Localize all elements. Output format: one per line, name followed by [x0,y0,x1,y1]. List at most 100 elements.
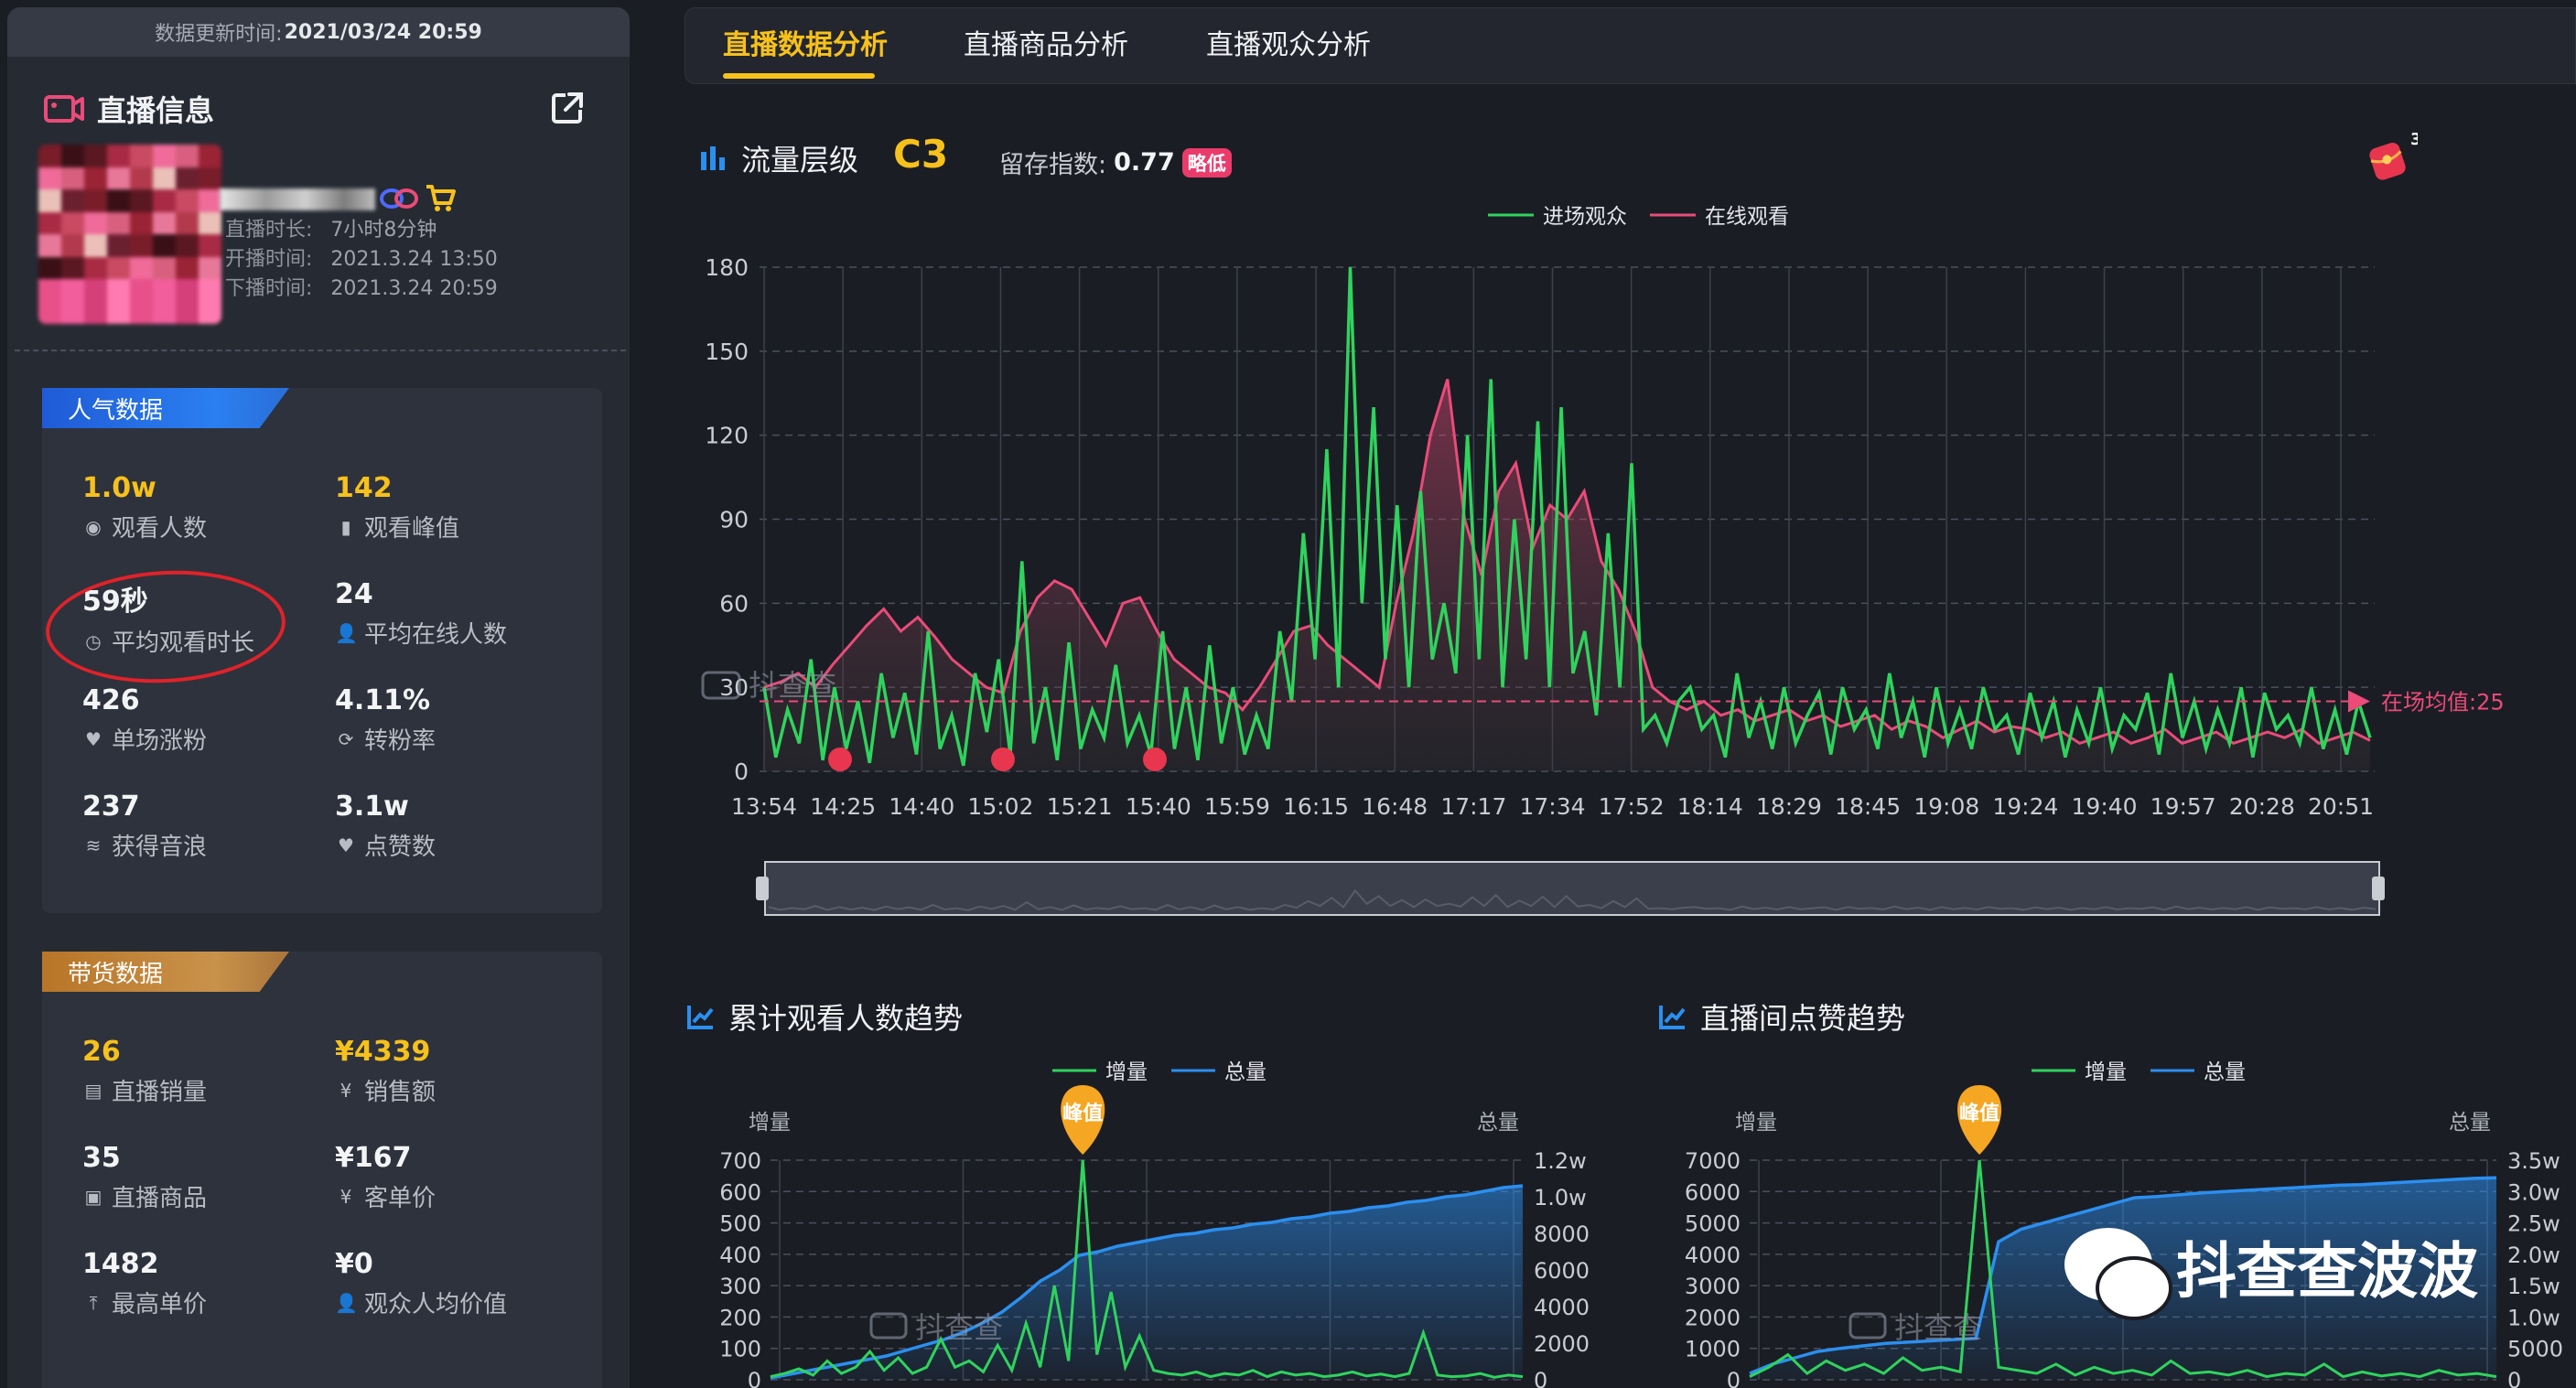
viewer-y-left-tick: 500 [719,1211,761,1237]
stat-label: ¥ 销售额 [335,1073,436,1107]
viewer-peak-label: 峰值 [1062,1102,1103,1125]
link-icon [380,188,418,209]
meta-end: 下播时间: 2021.3.24 20:59 [225,277,498,300]
stat-label: ▣ 直播商品 [82,1179,207,1213]
x-tick-label: 16:15 [1283,793,1349,820]
yuan-icon: ¥ [340,1185,352,1208]
viewer-y-right-tick: 6000 [1534,1258,1590,1284]
anchor-name-blurred [220,188,375,210]
external-link-icon[interactable] [549,90,586,126]
stat-label: 👤 平均在线人数 [335,621,508,649]
x-tick-label: 19:24 [1992,793,2058,820]
stat-value: ¥0 [335,1248,373,1280]
online-area [764,379,2370,771]
viewer-right-axis-name: 总量 [1477,1111,1519,1135]
watermark-text: 抖查查 [749,668,836,703]
retain-value: 0.77 [1114,148,1175,177]
zoom-preview-line [768,888,2377,911]
viewer-series-line-increment [770,1159,1524,1379]
heart-plus-icon: ♥ [85,727,102,750]
like-right-axis-name: 总量 [2449,1111,2491,1135]
x-tick-label: 15:02 [967,793,1033,820]
x-tick-label: 14:40 [889,793,954,820]
like-trend-title: 直播间点赞趋势 [1700,1001,1906,1036]
tab-active-underline [723,73,875,79]
sales-stat: ¥4339 ¥ 销售额 [335,1036,436,1107]
stat-label: ¥ 客单价 [335,1179,436,1213]
stat-label: ⤒ 最高单价 [82,1286,207,1319]
wechat-icon-bubble [2096,1256,2172,1320]
viewer-y-left-tick: 600 [719,1179,761,1205]
stat-value: 426 [82,684,140,716]
series-line-entering [762,266,2372,767]
sales-stat: 1482 ⤒ 最高单价 [82,1248,207,1319]
stat-value: 142 [335,472,393,504]
tab-audience[interactable]: 直播观众分析 [1206,22,1371,62]
tab-product[interactable]: 直播商品分析 [964,22,1128,62]
x-tick-label: 16:48 [1362,793,1428,820]
wechat-watermark-text: 抖查查波波 [2176,1236,2478,1307]
sales-stat: ¥167 ¥ 客单价 [335,1142,436,1213]
popularity-stat: 237 ≋ 获得音浪 [82,791,207,862]
left-panel: 数据更新时间: 2021/03/24 20:59 直播信息 直播时长: 7小时8… [7,7,630,1388]
viewer-y-left-tick: 700 [719,1148,761,1174]
like-legend-increment: 增量 [2085,1060,2127,1084]
update-label: 数据更新时间: [155,23,283,46]
update-time: 2021/03/24 20:59 [284,20,482,44]
eye-icon: ◉ [85,515,102,538]
x-tick-label: 19:08 [1913,793,1979,820]
trend-icon [1659,1006,1686,1029]
stat-value: 3.1w [335,791,409,823]
viewer-y-right-tick: 1.2w [1534,1148,1587,1174]
viewer-legend-increment: 增量 [1105,1060,1148,1084]
viewer-trend-header: 累计观看人数趋势 [686,995,963,1038]
like-y-left-tick: 4000 [1685,1243,1741,1268]
like-trend-header: 直播间点赞趋势 [1658,995,1905,1038]
live-meta: 直播时长: 7小时8分钟 开播时间: 2021.3.24 13:50 下播时间: 20… [225,216,498,304]
y-tick-label: 60 [719,590,749,617]
viewer-y-left-tick: 100 [719,1337,761,1362]
viewer-y-right-tick: 4000 [1534,1295,1590,1320]
x-tick-label: 20:28 [2229,793,2295,820]
trend-icon [687,1006,714,1029]
sales-tag: 带货数据 [42,952,289,992]
like-series-line-total [1749,1176,2497,1375]
stat-label: ◉ 观看人数 [82,510,207,543]
tab-live-data[interactable]: 直播数据分析 [723,22,888,62]
sales-stat: ¥0 👤 观众人均价值 [335,1248,507,1319]
x-tick-label: 13:54 [731,793,797,820]
stat-value: 24 [335,578,373,610]
stat-label: ▮ 观看峰值 [335,510,459,543]
popularity-stat: 4.11% ⟳ 转粉率 [335,684,436,756]
cart-icon [426,185,456,211]
red-envelope-marker-icon [1143,748,1167,771]
viewer-trend-title: 累计观看人数趋势 [728,1001,964,1036]
x-tick-label: 17:52 [1599,793,1665,820]
x-tick-label: 18:29 [1756,793,1822,820]
stat-label: ≋ 获得音浪 [82,828,207,862]
stat-value: 237 [82,791,140,823]
x-tick-label: 18:45 [1835,793,1901,820]
x-tick-label: 17:34 [1519,793,1585,820]
x-tick-label: 15:21 [1047,793,1113,820]
red-envelope-gift-icon[interactable]: 3 [2363,132,2418,183]
popularity-stat: 426 ♥ 单场涨粉 [82,684,207,756]
stat-label: 👤 观众人均价值 [335,1291,508,1318]
stat-label: ⟳ 转粉率 [335,722,436,756]
sales-card: 带货数据 26 ▤ 直播销量 ¥4339 ¥ 销售额 35 ▣ 直播商品 ¥167 ¥ 客单价 1482… [42,952,602,1388]
stat-label: ▤ 直播销量 [82,1073,207,1107]
traffic-level: C3 [893,132,949,177]
average-label: 在场均值:25 [2381,689,2505,715]
legend-label-entering: 进场观众 [1543,205,1627,229]
meta-duration: 直播时长: 7小时8分钟 [225,219,437,242]
popularity-stat: 24 👤 平均在线人数 [335,578,507,650]
viewer-y-left-tick: 200 [719,1305,761,1330]
dashboard: 数据更新时间: 2021/03/24 20:59 直播信息 直播时长: 7小时8… [0,0,2576,1388]
box-icon: ▣ [84,1185,102,1208]
like-y-right-tick: 3.0w [2507,1179,2560,1205]
x-tick-label: 14:25 [810,793,876,820]
stat-label: ♥ 点赞数 [335,828,436,862]
like-y-right-tick: 3.5w [2507,1148,2560,1174]
watermark-logo-icon [701,671,741,700]
viewer-y-right-tick: 2000 [1534,1331,1590,1357]
